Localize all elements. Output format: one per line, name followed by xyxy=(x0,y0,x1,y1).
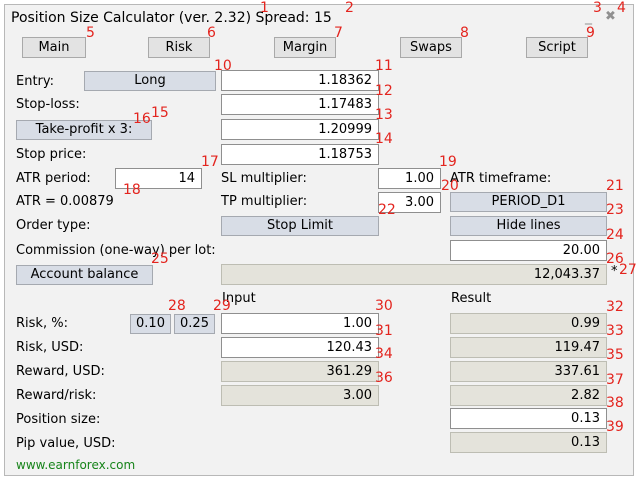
marker-31: 31 xyxy=(375,323,393,339)
earnforex-link[interactable]: www.earnforex.com xyxy=(16,458,135,472)
order-type-button[interactable]: Stop Limit xyxy=(221,216,379,236)
pip-value-result: 0.13 xyxy=(450,432,607,453)
marker-8: 8 xyxy=(460,25,469,41)
tab-margin[interactable]: Margin xyxy=(274,37,336,58)
atr-period-label: ATR period: xyxy=(16,171,91,186)
pip-value-label: Pip value, USD: xyxy=(16,436,116,451)
marker-4: 4 xyxy=(617,0,626,16)
marker-35: 35 xyxy=(606,347,624,363)
marker-12: 12 xyxy=(375,83,393,99)
risk-percent-input[interactable]: 1.00 xyxy=(221,313,379,334)
risk-percent-label: Risk, %: xyxy=(16,316,68,331)
reward-risk-result: 2.82 xyxy=(450,385,607,406)
reward-risk-input: 3.00 xyxy=(221,385,379,406)
marker-20: 20 xyxy=(441,178,459,194)
marker-13: 13 xyxy=(375,107,393,123)
marker-30: 30 xyxy=(375,298,393,314)
tab-main[interactable]: Main xyxy=(22,37,86,58)
marker-28: 28 xyxy=(168,298,186,314)
reward-usd-label: Reward, USD: xyxy=(16,364,105,379)
risk-percent-result: 0.99 xyxy=(450,313,607,334)
tab-swaps[interactable]: Swaps xyxy=(400,37,462,58)
window-title: Position Size Calculator (ver. 2.32) Spr… xyxy=(11,10,332,26)
account-balance-button[interactable]: Account balance xyxy=(16,265,153,285)
tp-multiplier-label: TP multiplier: xyxy=(221,194,308,209)
commission-field[interactable]: 20.00 xyxy=(450,240,607,261)
entry-label: Entry: xyxy=(16,74,55,89)
marker-9: 9 xyxy=(586,25,595,41)
risk-usd-label: Risk, USD: xyxy=(16,340,84,355)
marker-11: 11 xyxy=(375,58,393,74)
atr-timeframe-label: ATR timeframe: xyxy=(450,171,552,186)
marker-1: 1 xyxy=(260,0,269,16)
marker-39: 39 xyxy=(606,419,624,435)
marker-36: 36 xyxy=(375,370,393,386)
marker-14: 14 xyxy=(375,131,393,147)
sl-multiplier-field[interactable]: 1.00 xyxy=(378,168,441,189)
marker-34: 34 xyxy=(375,346,393,362)
order-type-label: Order type: xyxy=(16,218,91,233)
takeprofit-multiplier-button[interactable]: Take-profit x 3: xyxy=(16,120,152,140)
marker-23: 23 xyxy=(606,202,624,218)
tab-risk[interactable]: Risk xyxy=(148,37,210,58)
marker-19: 19 xyxy=(439,154,457,170)
stoploss-field[interactable]: 1.17483 xyxy=(221,94,379,115)
entry-type-button[interactable]: Long xyxy=(84,71,216,91)
stoploss-label: Stop-loss: xyxy=(16,97,80,112)
marker-6: 6 xyxy=(207,25,216,41)
marker-38: 38 xyxy=(606,395,624,411)
entry-price-field[interactable]: 1.18362 xyxy=(221,70,379,91)
marker-29: 29 xyxy=(213,298,231,314)
reward-risk-label: Reward/risk: xyxy=(16,388,97,403)
marker-17: 17 xyxy=(201,154,219,170)
takeprofit-field[interactable]: 1.20999 xyxy=(221,119,379,140)
stop-price-field[interactable]: 1.18753 xyxy=(221,144,379,165)
marker-7: 7 xyxy=(334,25,343,41)
reward-usd-result: 337.61 xyxy=(450,361,607,382)
marker-32: 32 xyxy=(606,299,624,315)
sl-multiplier-label: SL multiplier: xyxy=(221,171,307,186)
atr-value-label: ATR = 0.00879 xyxy=(16,194,114,209)
commission-label: Commission (one-way) per lot: xyxy=(16,243,216,258)
result-column-header: Result xyxy=(451,291,492,306)
marker-27: 27 xyxy=(619,262,637,278)
close-icon[interactable]: ✖ xyxy=(605,9,616,24)
risk-usd-input[interactable]: 120.43 xyxy=(221,337,379,358)
marker-15: 15 xyxy=(151,105,169,121)
risk-usd-result: 119.47 xyxy=(450,337,607,358)
reward-usd-input: 361.29 xyxy=(221,361,379,382)
marker-33: 33 xyxy=(606,323,624,339)
marker-10: 10 xyxy=(214,58,232,74)
account-balance-value: 12,043.37 xyxy=(221,264,607,285)
atr-timeframe-button[interactable]: PERIOD_D1 xyxy=(450,192,607,212)
marker-2: 2 xyxy=(345,0,354,16)
risk-preset-010-button[interactable]: 0.10 xyxy=(130,314,171,334)
position-size-label: Position size: xyxy=(16,412,101,427)
risk-preset-025-button[interactable]: 0.25 xyxy=(174,314,215,334)
marker-37: 37 xyxy=(606,372,624,388)
marker-25: 25 xyxy=(151,251,169,267)
position-size-result[interactable]: 0.13 xyxy=(450,408,607,429)
marker-16: 16 xyxy=(133,111,151,127)
title-bar[interactable]: Position Size Calculator (ver. 2.32) Spr… xyxy=(5,5,633,31)
tab-script[interactable]: Script xyxy=(526,37,588,58)
marker-18: 18 xyxy=(123,182,141,198)
marker-22: 22 xyxy=(378,202,396,218)
marker-3: 3 xyxy=(593,0,602,16)
minimize-icon[interactable]: _ xyxy=(585,9,592,25)
marker-5: 5 xyxy=(86,25,95,41)
hide-lines-button[interactable]: Hide lines xyxy=(450,216,607,236)
marker-24: 24 xyxy=(606,227,624,243)
marker-21: 21 xyxy=(606,178,624,194)
stop-price-label: Stop price: xyxy=(16,147,87,162)
